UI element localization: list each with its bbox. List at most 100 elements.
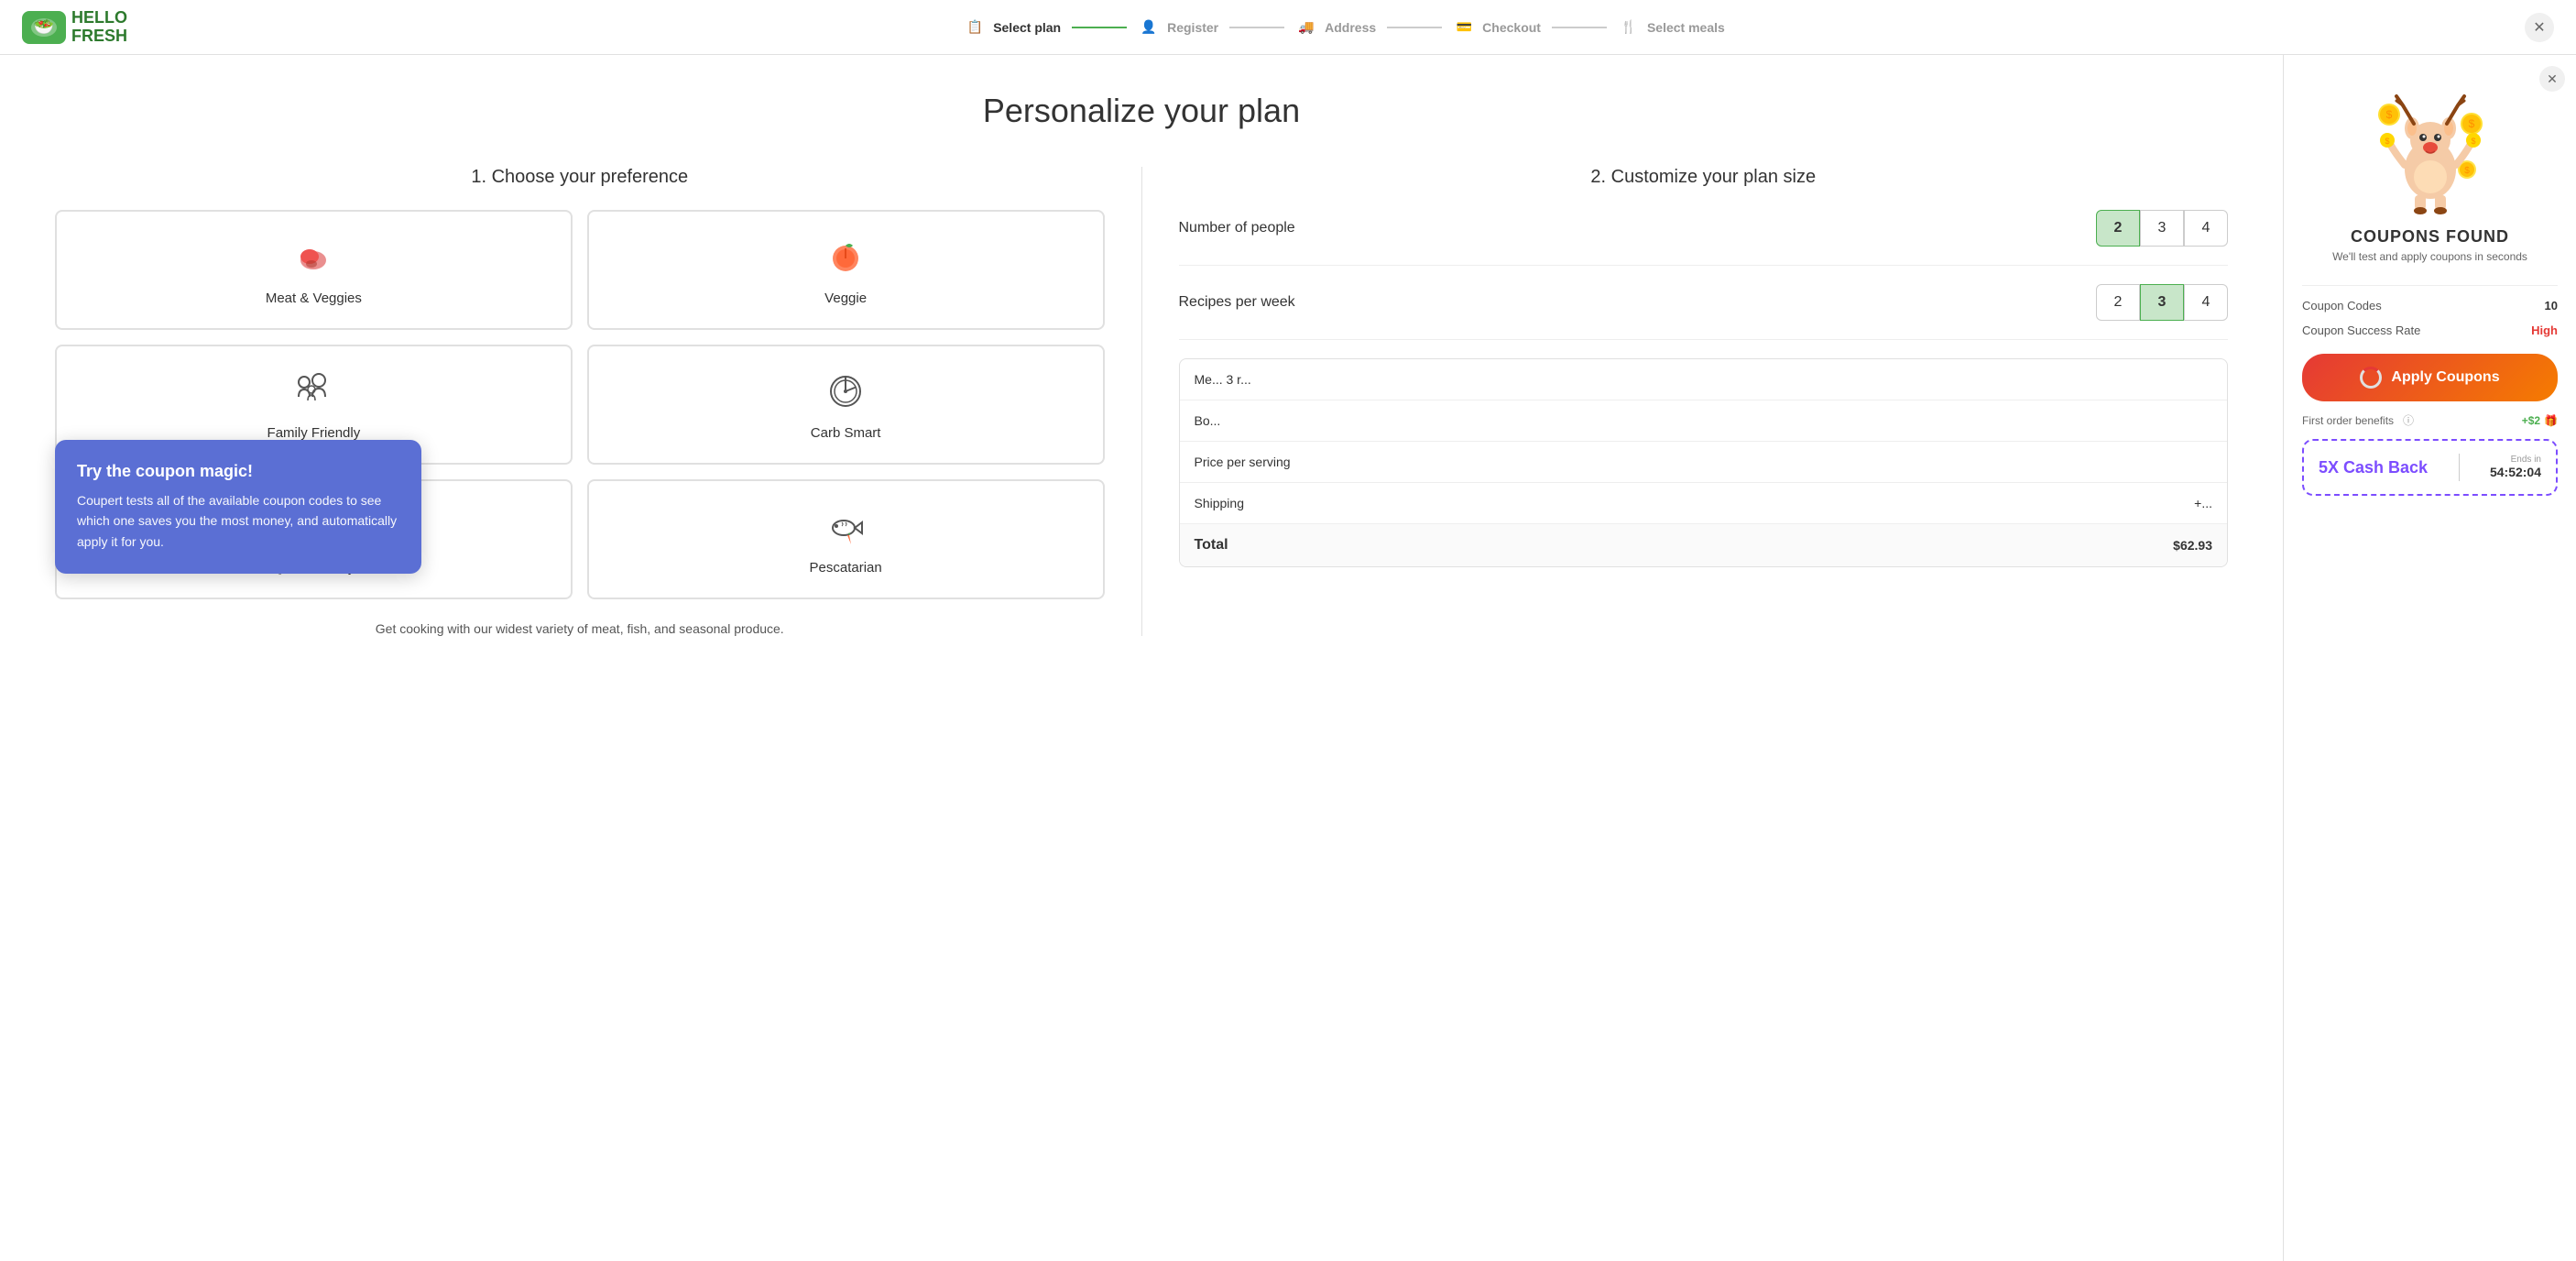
meal-price-row: Me... 3 r... xyxy=(1180,359,2228,400)
total-value: $62.93 xyxy=(2173,538,2212,553)
pescatarian-label: Pescatarian xyxy=(810,560,882,576)
family-friendly-icon xyxy=(291,368,335,414)
meal-card-carb-smart[interactable]: Carb Smart xyxy=(587,345,1105,465)
logo[interactable]: 🥗 HELLO FRESH xyxy=(22,9,127,46)
logo-icon: 🥗 xyxy=(22,11,66,44)
cashback-timer: Ends in 54:52:04 xyxy=(2490,455,2541,481)
svg-text:$: $ xyxy=(2464,166,2470,176)
select-meals-label: Select meals xyxy=(1647,20,1725,35)
coupon-tooltip: Try the coupon magic! Coupert tests all … xyxy=(55,440,421,574)
recipes-row: Recipes per week 2 3 4 xyxy=(1179,284,2229,340)
nav-step-register[interactable]: 👤 Register xyxy=(1138,16,1218,38)
svg-text:$: $ xyxy=(2385,108,2392,121)
price-per-serving-label: Price per serving xyxy=(1195,455,1291,469)
carb-smart-icon xyxy=(824,368,868,414)
meat-veggies-icon xyxy=(291,234,335,280)
nav-step-select-meals[interactable]: 🍴 Select meals xyxy=(1618,16,1725,38)
page-title: Personalize your plan xyxy=(55,92,2228,130)
gift-icon: 🎁 xyxy=(2544,414,2558,427)
veggie-icon xyxy=(824,234,868,280)
nav-step-address[interactable]: 🚚 Address xyxy=(1295,16,1376,38)
coupon-codes-row: Coupon Codes 10 xyxy=(2302,293,2558,318)
coupons-found-subtitle: We'll test and apply coupons in seconds xyxy=(2332,250,2527,263)
apply-coupons-label: Apply Coupons xyxy=(2391,369,2499,386)
nav-step-checkout[interactable]: 💳 Checkout xyxy=(1453,16,1541,38)
cashback-timer-label: Ends in xyxy=(2490,455,2541,465)
people-option-2[interactable]: 2 xyxy=(2096,210,2140,247)
address-label: Address xyxy=(1325,20,1376,35)
pescatarian-icon xyxy=(824,503,868,549)
coupon-sidebar: ✕ $ $ $ xyxy=(2283,55,2576,1261)
first-order-row: First order benefits ⓘ +$2 🎁 xyxy=(2302,412,2558,428)
people-options: 2 3 4 xyxy=(2096,210,2228,247)
recipes-option-2[interactable]: 2 xyxy=(2096,284,2140,321)
plan-size-section-title: 2. Customize your plan size xyxy=(1179,167,2229,188)
logo-text: HELLO FRESH xyxy=(71,9,127,46)
nav-step-select-plan[interactable]: 📋 Select plan xyxy=(964,16,1061,38)
select-plan-label: Select plan xyxy=(993,20,1061,35)
people-option-3[interactable]: 3 xyxy=(2140,210,2184,247)
shipping-row: Shipping +... xyxy=(1180,483,2228,524)
coupon-close-button[interactable]: ✕ xyxy=(2539,66,2565,92)
total-label: Total xyxy=(1195,537,1228,554)
header: 🥗 HELLO FRESH 📋 Select plan 👤 Register 🚚… xyxy=(0,0,2576,55)
coupons-found-title: COUPONS FOUND xyxy=(2351,227,2509,247)
select-meals-icon: 🍴 xyxy=(1618,16,1640,38)
main-container: Personalize your plan 1. Choose your pre… xyxy=(0,55,2576,1261)
select-plan-icon: 📋 xyxy=(964,16,986,38)
success-rate-label: Coupon Success Rate xyxy=(2302,323,2420,337)
nav-divider-3 xyxy=(1387,27,1442,28)
recipes-options: 2 3 4 xyxy=(2096,284,2228,321)
nav-divider-2 xyxy=(1229,27,1284,28)
cashback-label: 5X Cash Back xyxy=(2319,458,2428,477)
checkout-label: Checkout xyxy=(1482,20,1541,35)
svg-text:$: $ xyxy=(2385,137,2389,146)
meal-card-meat-veggies[interactable]: Meat & Veggies xyxy=(55,210,573,330)
price-per-serving-row: Price per serving xyxy=(1180,442,2228,483)
people-option-4[interactable]: 4 xyxy=(2184,210,2228,247)
carb-smart-label: Carb Smart xyxy=(811,425,881,441)
first-order-value: +$2 🎁 xyxy=(2522,414,2558,427)
first-order-info-icon[interactable]: ⓘ xyxy=(2403,412,2414,428)
shipping-value: +... xyxy=(2194,496,2212,510)
people-row: Number of people 2 3 4 xyxy=(1179,210,2229,266)
tooltip-text: Coupert tests all of the available coupo… xyxy=(77,490,399,552)
recipes-option-3[interactable]: 3 xyxy=(2140,284,2184,321)
apply-coupons-button[interactable]: Apply Coupons xyxy=(2302,354,2558,401)
meat-veggies-label: Meat & Veggies xyxy=(266,291,362,306)
cashback-card: 5X Cash Back Ends in 54:52:04 xyxy=(2302,439,2558,496)
meal-card-veggie[interactable]: Veggie xyxy=(587,210,1105,330)
preference-section-title: 1. Choose your preference xyxy=(55,167,1105,188)
meal-card-pescatarian[interactable]: Pescatarian xyxy=(587,479,1105,599)
nav-steps: 📋 Select plan 👤 Register 🚚 Address 💳 Che… xyxy=(164,16,2525,38)
family-friendly-label: Family Friendly xyxy=(267,425,361,441)
right-column: 2. Customize your plan size Number of pe… xyxy=(1142,167,2229,636)
box-price-label: Bo... xyxy=(1195,413,1221,428)
people-label: Number of people xyxy=(1179,220,1295,236)
address-icon: 🚚 xyxy=(1295,16,1317,38)
nav-divider-1 xyxy=(1072,27,1127,28)
recipes-option-4[interactable]: 4 xyxy=(2184,284,2228,321)
coupon-codes-value: 10 xyxy=(2545,299,2558,313)
deer-illustration: $ $ $ xyxy=(2357,73,2504,220)
cashback-timer-value: 54:52:04 xyxy=(2490,465,2541,479)
total-row: Total $62.93 xyxy=(1180,524,2228,566)
price-summary-box: Me... 3 r... Bo... Price per serving Shi… xyxy=(1179,358,2229,567)
coupon-codes-label: Coupon Codes xyxy=(2302,299,2382,313)
nav-divider-4 xyxy=(1552,27,1607,28)
description-text: Get cooking with our widest variety of m… xyxy=(55,621,1105,636)
veggie-label: Veggie xyxy=(824,291,867,306)
content-area: Personalize your plan 1. Choose your pre… xyxy=(0,55,2283,1261)
svg-text:$: $ xyxy=(2471,137,2475,146)
box-price-row: Bo... xyxy=(1180,400,2228,442)
first-order-label: First order benefits xyxy=(2302,414,2394,427)
apply-spinner xyxy=(2360,367,2382,389)
cashback-divider xyxy=(2459,454,2460,481)
nav-close-button[interactable]: ✕ xyxy=(2525,13,2554,42)
tooltip-title: Try the coupon magic! xyxy=(77,462,399,481)
svg-text:$: $ xyxy=(2468,117,2474,130)
success-rate-value: High xyxy=(2531,323,2558,337)
success-rate-row: Coupon Success Rate High xyxy=(2302,318,2558,343)
register-icon: 👤 xyxy=(1138,16,1160,38)
svg-text:🥗: 🥗 xyxy=(34,17,54,36)
